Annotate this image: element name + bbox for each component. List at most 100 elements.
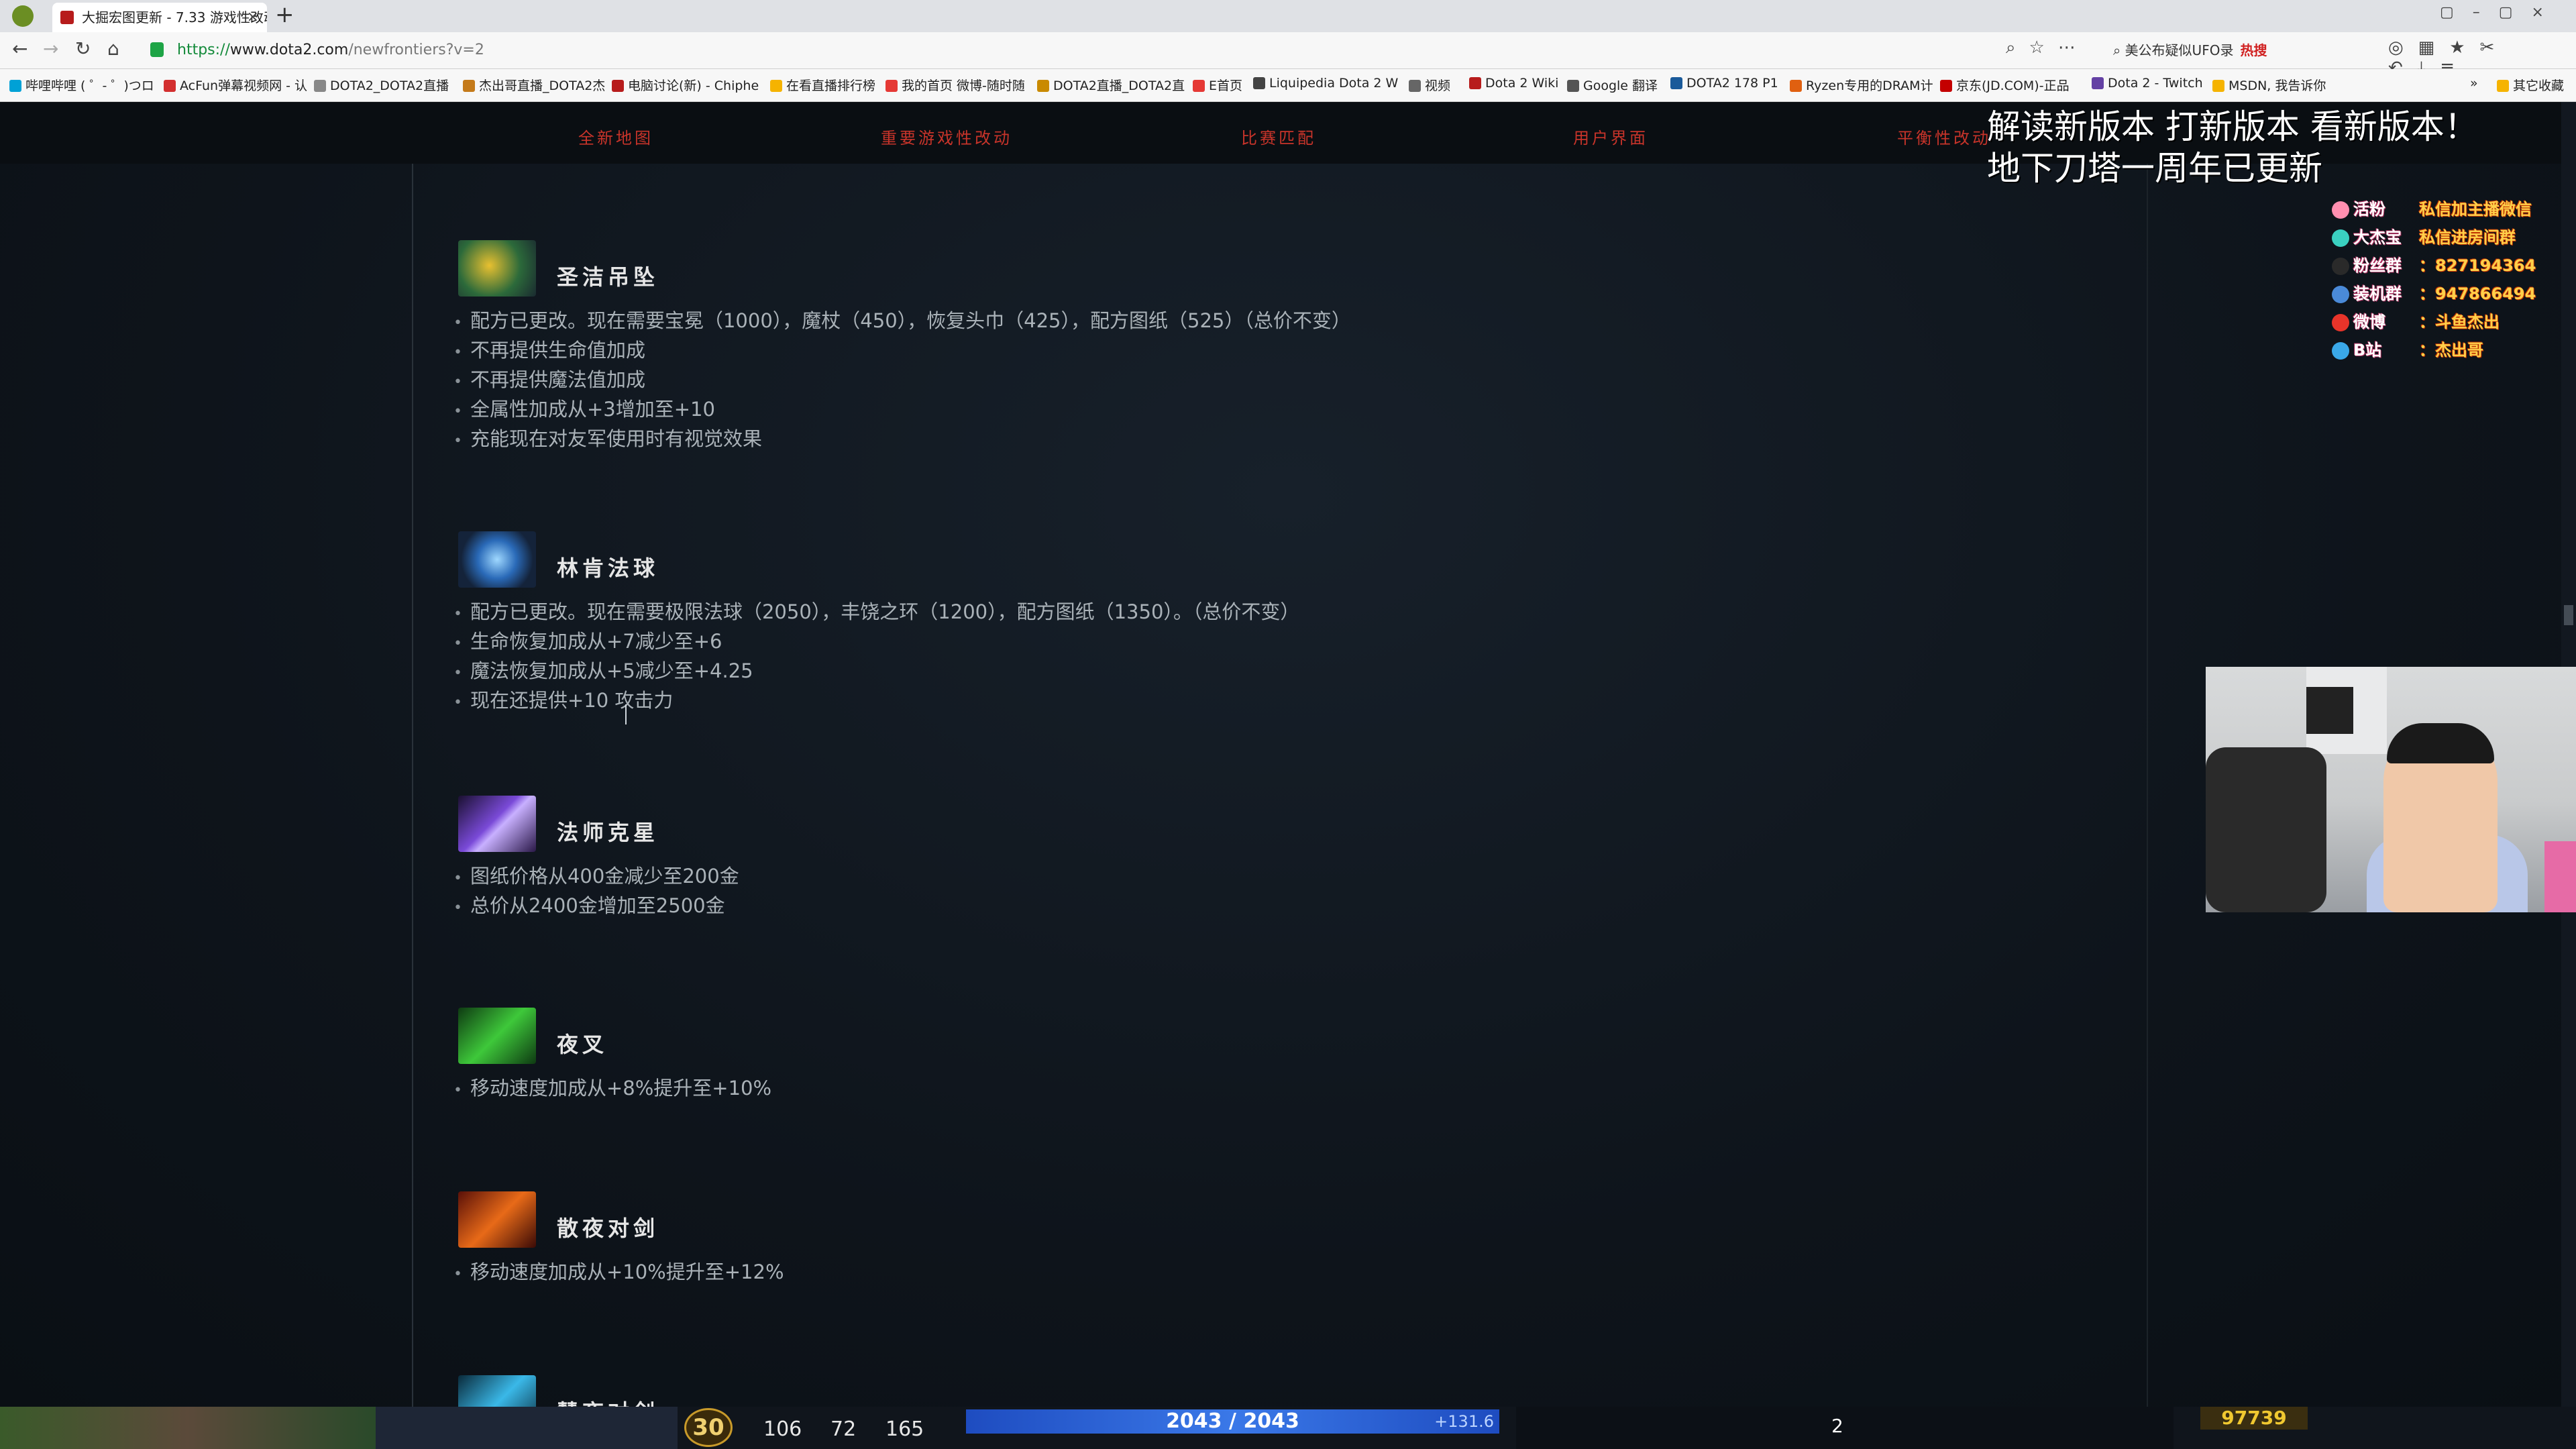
nav-new-map[interactable]: 全新地图: [578, 125, 653, 148]
search-box[interactable]: ⌕ 美公布疑似UFO录 热搜: [2113, 38, 2355, 63]
bookmark-favicon-icon: [2092, 77, 2104, 89]
list-item: 魔法恢复加成从+5减少至+4.25: [453, 657, 1299, 687]
bookmark-item[interactable]: AcFun弹幕视频网 - 认: [164, 76, 307, 94]
bookmark-item[interactable]: 杰出哥直播_DOTA2杰: [463, 76, 605, 94]
weibo-icon: [2332, 313, 2349, 331]
close-tab-icon[interactable]: ×: [247, 3, 259, 32]
pc-build-icon: [2332, 285, 2349, 303]
game-hud: 30 106 72 165 2043 / 2043 +131.6 2 97739: [0, 1407, 2576, 1449]
mage-slayer-icon: [458, 796, 536, 852]
item-changes-list: 图纸价格从400金减少至200金 总价从2400金增加至2500金: [453, 863, 739, 922]
forward-icon[interactable]: →: [43, 38, 58, 60]
bookmark-favicon-icon: [1469, 77, 1481, 89]
qq-icon: [2332, 257, 2349, 275]
item-title: 法师克星: [557, 820, 659, 845]
shield-secure-icon: [150, 42, 164, 57]
nav-matchmaking[interactable]: 比赛匹配: [1241, 125, 1316, 148]
fans-icon: [2332, 201, 2349, 219]
stream-overlay-title: 解读新版本 打新版本 看新版本！ 地下刀塔一周年已更新: [1987, 107, 2478, 188]
bookmark-item[interactable]: 视频: [1409, 76, 1450, 94]
scrollbar-thumb[interactable]: [2564, 605, 2573, 625]
bookmark-item[interactable]: 在看直播排行榜: [770, 76, 875, 94]
bookmark-item[interactable]: 京东(JD.COM)-正品: [1940, 76, 2070, 94]
bookmark-item[interactable]: Dota 2 - Twitch: [2092, 76, 2203, 91]
address-actions[interactable]: ⌕☆⋯: [2006, 38, 2089, 58]
hero-level-badge: 30: [684, 1408, 733, 1447]
bookmark-item[interactable]: 电脑讨论(新) - Chiphe: [612, 76, 759, 94]
bookmark-favicon-icon: [1940, 80, 1952, 92]
bookmark-item[interactable]: MSDN, 我告诉你: [2212, 76, 2326, 94]
social-row: 微博 ：斗鱼杰出: [2332, 306, 2560, 334]
bookmark-favicon-icon: [164, 80, 176, 92]
bilibili-icon: [2332, 341, 2349, 360]
bookmark-favicon-icon: [770, 80, 782, 92]
item-title: 圣洁吊坠: [557, 264, 659, 290]
holy-locket-icon: [458, 240, 536, 297]
item-slots[interactable]: [1516, 1407, 2174, 1449]
bookmark-item[interactable]: 哔哩哔哩 ( ゜- ゜)つロ: [9, 76, 154, 94]
baby-icon: [2332, 229, 2349, 247]
item-title: 慧夜对剑: [557, 1395, 659, 1407]
bookmark-favicon-icon: [1409, 80, 1421, 92]
bookmark-favicon-icon: [612, 80, 624, 92]
kaya-and-yasha-icon: [458, 1375, 536, 1407]
text-cursor: [625, 704, 627, 724]
new-tab-button[interactable]: +: [275, 1, 294, 28]
gold-counter: 97739: [2200, 1407, 2308, 1430]
hero-portrait[interactable]: [376, 1407, 678, 1449]
bookmark-item[interactable]: Google 翻译: [1567, 76, 1658, 94]
health-bar: 2043 / 2043 +131.6: [966, 1409, 1499, 1434]
back-icon[interactable]: ←: [12, 38, 28, 60]
bookmark-favicon-icon: [9, 80, 21, 92]
stream-social-panel: 活粉 私信加主播微信 大杰宝 私信进房间群 粉丝群 ：827194364 装机群 ：94…: [2332, 193, 2560, 362]
bookmark-item[interactable]: 其它收藏: [2497, 76, 2564, 94]
content-divider: [412, 164, 413, 1407]
bookmark-item[interactable]: Liquipedia Dota 2 W: [1253, 76, 1398, 91]
bookmark-item[interactable]: E首页: [1193, 76, 1242, 94]
window-controls[interactable]: ▢–▢×: [2440, 4, 2563, 21]
webcam-chair: [2206, 747, 2326, 912]
item-title: 林肯法球: [557, 555, 659, 581]
list-item: 总价从2400金增加至2500金: [453, 892, 739, 922]
bookmark-item[interactable]: 我的首页 微博-随时随: [885, 76, 1025, 94]
list-item: 配方已更改。现在需要极限法球（2050），丰饶之环（1200），配方图纸（135…: [453, 598, 1299, 628]
bookmark-item[interactable]: DOTA2直播_DOTA2直: [1037, 76, 1185, 94]
page-content: 全新地图 重要游戏性改动 比赛匹配 用户界面 平衡性改动 圣洁吊坠 配方已更改。…: [0, 102, 2576, 1407]
dota-favicon-icon: [60, 11, 74, 24]
minimap[interactable]: [0, 1407, 376, 1449]
browser-toolbar: ← → ↻ ⌂ https://www.dota2.com/newfrontie…: [0, 32, 2576, 78]
webcam-person: [2387, 723, 2494, 763]
reload-icon[interactable]: ↻: [75, 38, 91, 60]
bookmark-item[interactable]: DOTA2 178 P1: [1670, 76, 1778, 91]
bookmark-favicon-icon: [1037, 80, 1049, 92]
health-regen: +131.6: [1434, 1412, 1494, 1431]
url-text[interactable]: https://www.dota2.com/newfrontiers?v=2: [177, 37, 484, 64]
browser-tab[interactable]: 大掘宏图更新 - 7.33 游戏性改动 ×: [52, 3, 267, 32]
bookmark-favicon-icon: [1193, 80, 1205, 92]
bookmark-favicon-icon: [1567, 80, 1579, 92]
item-charges: 2: [1831, 1415, 1843, 1437]
content-right-edge: [2147, 164, 2148, 1407]
streamer-webcam: [2206, 667, 2576, 912]
nav-user-interface[interactable]: 用户界面: [1573, 125, 1648, 148]
list-item: 全属性加成从+3增加至+10: [453, 396, 1351, 425]
home-icon[interactable]: ⌂: [107, 38, 119, 60]
list-item: 配方已更改。现在需要宝冕（1000），魔杖（450），恢复头巾（425），配方图…: [453, 307, 1351, 337]
bookmark-favicon-icon: [1790, 80, 1802, 92]
social-row: 大杰宝 私信进房间群: [2332, 221, 2560, 250]
browser-tab-bar: 大掘宏图更新 - 7.33 游戏性改动 × + ▢–▢×: [0, 0, 2576, 32]
browser-logo-icon[interactable]: [12, 5, 34, 27]
nav-gameplay-changes[interactable]: 重要游戏性改动: [881, 125, 1012, 148]
nav-balance-changes[interactable]: 平衡性改动: [1897, 125, 1991, 148]
bookmark-item[interactable]: DOTA2_DOTA2直播: [314, 76, 449, 94]
item-changes-list: 移动速度加成从+10%提升至+12%: [453, 1258, 784, 1288]
bookmark-item[interactable]: Dota 2 Wiki: [1469, 76, 1558, 91]
bookmark-item[interactable]: »: [2470, 76, 2478, 91]
bookmark-favicon-icon: [1670, 77, 1682, 89]
bookmark-item[interactable]: Ryzen专用的DRAM计: [1790, 76, 1933, 94]
social-row: 装机群 ：947866494: [2332, 278, 2560, 306]
speed-stat: 165: [885, 1417, 924, 1441]
search-icon: ⌕: [2113, 42, 2125, 58]
list-item: 生命恢复加成从+7减少至+6: [453, 628, 1299, 657]
address-bar[interactable]: https://www.dota2.com/newfrontiers?v=2: [141, 37, 2006, 64]
